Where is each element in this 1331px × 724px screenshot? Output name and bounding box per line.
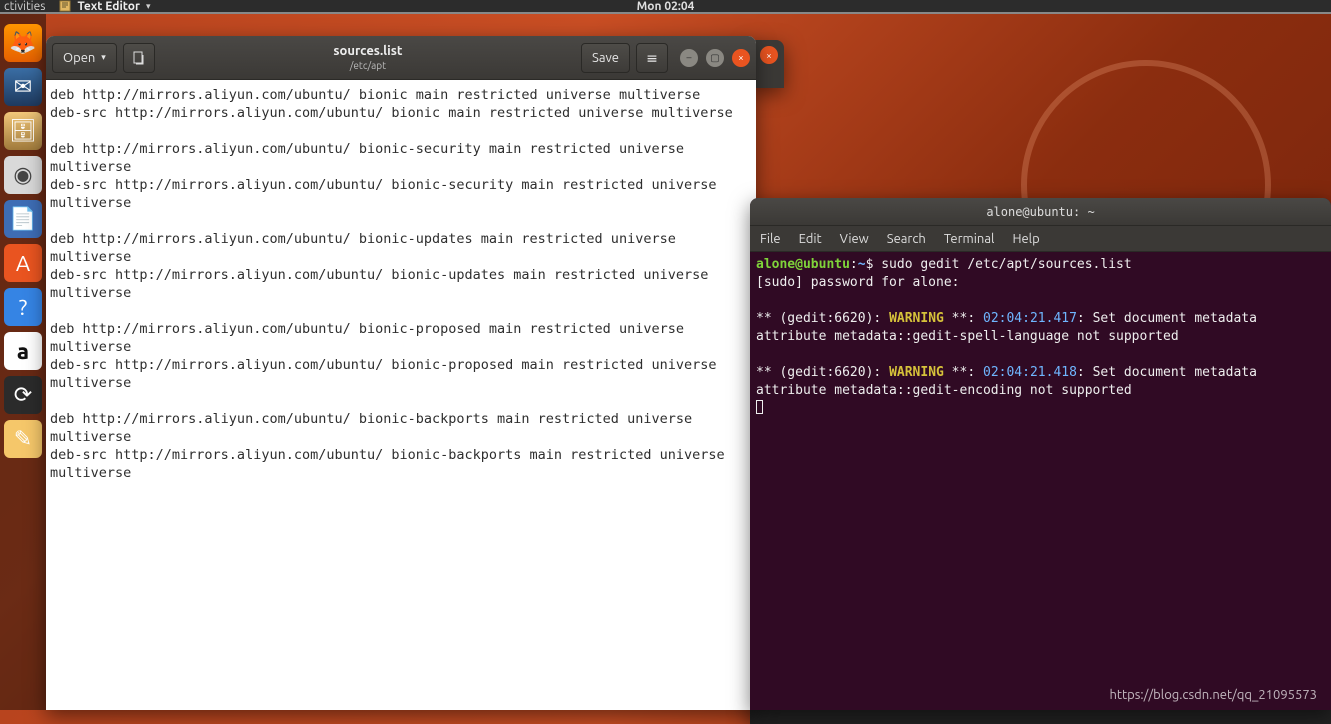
open-button[interactable]: Open ▾ (52, 43, 117, 73)
save-button[interactable]: Save (581, 43, 630, 73)
menu-file[interactable]: File (760, 232, 781, 246)
warn-timestamp-1: 02:04:21.417 (983, 311, 1077, 326)
menu-terminal[interactable]: Terminal (944, 232, 995, 246)
active-app-indicator[interactable]: Text Editor ▾ (59, 0, 150, 13)
active-app-name: Text Editor (77, 0, 140, 13)
menu-help[interactable]: Help (1012, 232, 1039, 246)
minimize-button[interactable]: – (680, 49, 698, 67)
prompt-path: ~ (858, 257, 866, 272)
document-filename: sources.list (161, 44, 575, 58)
terminal-titlebar[interactable]: alone@ubuntu: ~ (750, 198, 1331, 226)
sudo-prompt: [sudo] password for alone: (756, 275, 960, 290)
dock-software-icon[interactable]: A (4, 244, 42, 282)
editor-text-area[interactable]: deb http://mirrors.aliyun.com/ubuntu/ bi… (46, 80, 756, 710)
gnome-top-bar[interactable]: ctivities Text Editor ▾ Mon 02:04 (0, 0, 1331, 14)
prompt-end: $ (866, 257, 874, 272)
new-document-icon (132, 51, 146, 65)
warn-prefix: ** (gedit:6620): (756, 365, 889, 380)
warn-mid: **: (944, 311, 983, 326)
dock-thunderbird-icon[interactable]: ✉ (4, 68, 42, 106)
dock-files-icon[interactable]: 🗄 (4, 112, 42, 150)
window-controls: – ▢ × (680, 49, 750, 67)
watermark: https://blog.csdn.net/qq_21095573 (1110, 688, 1318, 702)
hamburger-menu-button[interactable]: ≡ (636, 43, 668, 73)
menu-search[interactable]: Search (887, 232, 926, 246)
open-button-label: Open (63, 51, 95, 65)
terminal-output[interactable]: alone@ubuntu:~$ sudo gedit /etc/apt/sour… (750, 252, 1331, 422)
terminal-cursor (756, 400, 763, 414)
gedit-headerbar[interactable]: Open ▾ sources.list /etc/apt Save ≡ – ▢ … (46, 36, 756, 80)
dock-firefox-icon[interactable]: 🦊 (4, 24, 42, 62)
prompt-user: alone@ubuntu (756, 257, 850, 272)
warn-timestamp-2: 02:04:21.418 (983, 365, 1077, 380)
close-button[interactable]: × (732, 49, 750, 67)
new-tab-button[interactable] (123, 43, 155, 73)
save-button-label: Save (592, 51, 619, 65)
warn-prefix: ** (gedit:6620): (756, 311, 889, 326)
gedit-title: sources.list /etc/apt (161, 44, 575, 70)
chevron-down-icon: ▾ (101, 52, 106, 63)
chevron-down-icon: ▾ (146, 1, 151, 12)
menu-edit[interactable]: Edit (799, 232, 822, 246)
launcher-dock: 🦊 ✉ 🗄 ◉ 📄 A ? a ▣ ⟳ ✎ (0, 14, 46, 710)
dock-text-editor-icon[interactable]: ✎ (4, 420, 42, 458)
dock-rhythmbox-icon[interactable]: ◉ (4, 156, 42, 194)
document-path: /etc/apt (161, 60, 575, 71)
menu-view[interactable]: View (840, 232, 869, 246)
terminal-menubar[interactable]: File Edit View Search Terminal Help (750, 226, 1331, 252)
dock-amazon-icon[interactable]: a (4, 332, 42, 370)
close-icon[interactable]: × (760, 46, 778, 64)
warning-label: WARNING (889, 365, 944, 380)
gedit-window: Open ▾ sources.list /etc/apt Save ≡ – ▢ … (46, 36, 756, 710)
activities-button[interactable]: ctivities (4, 0, 45, 13)
terminal-command: sudo gedit /etc/apt/sources.list (881, 257, 1131, 272)
warning-label: WARNING (889, 311, 944, 326)
gnome-terminal-window: alone@ubuntu: ~ File Edit View Search Te… (750, 198, 1331, 710)
maximize-button[interactable]: ▢ (706, 49, 724, 67)
terminal-title: alone@ubuntu: ~ (986, 205, 1094, 219)
dock-updater-icon[interactable]: ⟳ (4, 376, 42, 414)
dock-help-icon[interactable]: ? (4, 288, 42, 326)
dock-libreoffice-icon[interactable]: 📄 (4, 200, 42, 238)
text-editor-icon (59, 0, 71, 12)
hamburger-icon: ≡ (646, 51, 658, 65)
warn-mid: **: (944, 365, 983, 380)
clock[interactable]: Mon 02:04 (637, 0, 695, 13)
prompt-sep: : (850, 257, 858, 272)
